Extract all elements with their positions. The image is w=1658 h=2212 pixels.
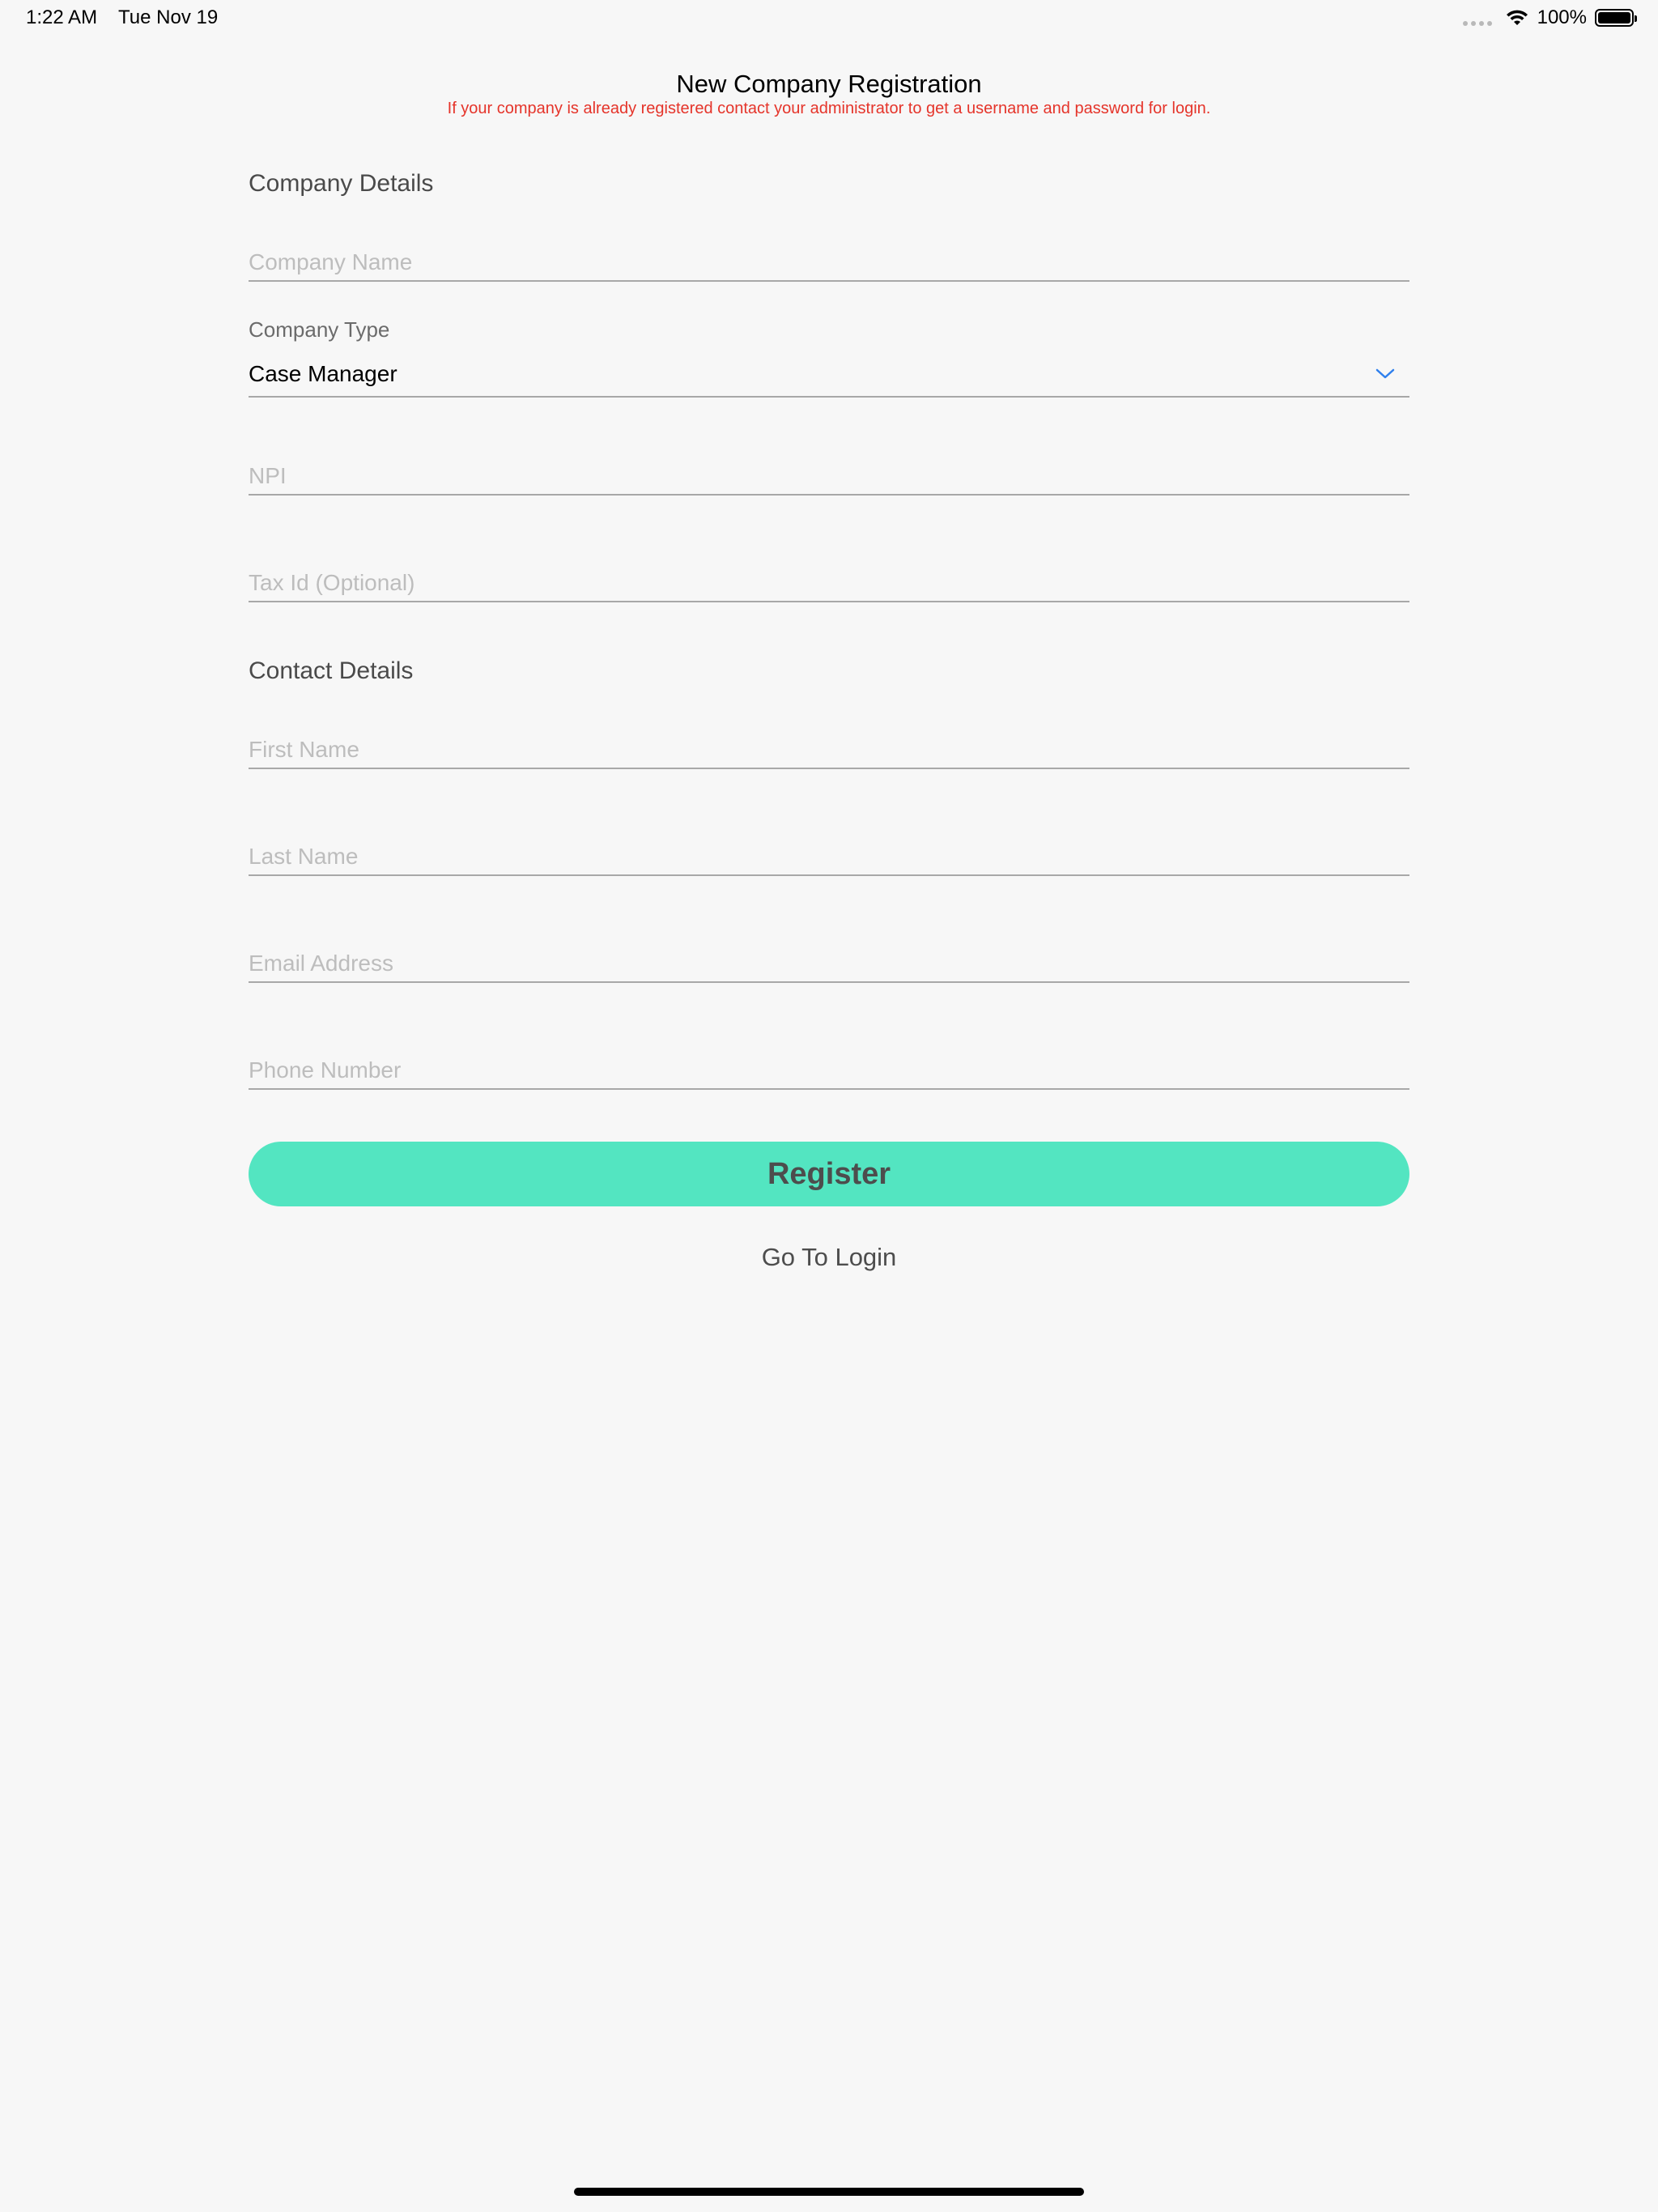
status-indicators: 100%	[1462, 6, 1637, 29]
npi-field	[249, 458, 1409, 496]
email-input[interactable]	[249, 946, 1409, 981]
first-name-input[interactable]	[249, 732, 1409, 768]
go-to-login-link[interactable]: Go To Login	[249, 1243, 1409, 1272]
company-type-value: Case Manager	[249, 361, 397, 386]
tax-id-field	[249, 565, 1409, 602]
home-indicator	[574, 2188, 1084, 2196]
register-button[interactable]: Register	[249, 1142, 1409, 1206]
company-name-input[interactable]	[249, 245, 1409, 280]
phone-input[interactable]	[249, 1053, 1409, 1088]
first-name-field	[249, 732, 1409, 769]
company-name-field	[249, 245, 1409, 282]
phone-field	[249, 1053, 1409, 1090]
battery-icon	[1595, 9, 1637, 27]
login-notice: If your company is already registered co…	[447, 100, 1211, 117]
status-bar: 1:22 AM Tue Nov 19 100%	[0, 0, 1658, 39]
last-name-input[interactable]	[249, 839, 1409, 874]
cellular-signal-icon	[1462, 21, 1492, 26]
page-title: New Company Registration	[676, 70, 982, 98]
company-details-heading: Company Details	[249, 170, 434, 197]
chevron-down-icon	[1375, 368, 1395, 380]
tax-id-input[interactable]	[249, 565, 1409, 601]
last-name-field	[249, 839, 1409, 876]
npi-input[interactable]	[249, 458, 1409, 494]
email-field	[249, 946, 1409, 983]
company-type-label: Company Type	[249, 317, 390, 342]
contact-details-heading: Contact Details	[249, 657, 414, 684]
company-type-select[interactable]: Case Manager	[249, 352, 1409, 398]
status-date: Tue Nov 19	[118, 6, 219, 28]
battery-percentage: 100%	[1537, 6, 1587, 28]
status-time: 1:22 AM	[26, 6, 98, 28]
wifi-icon	[1505, 9, 1529, 27]
